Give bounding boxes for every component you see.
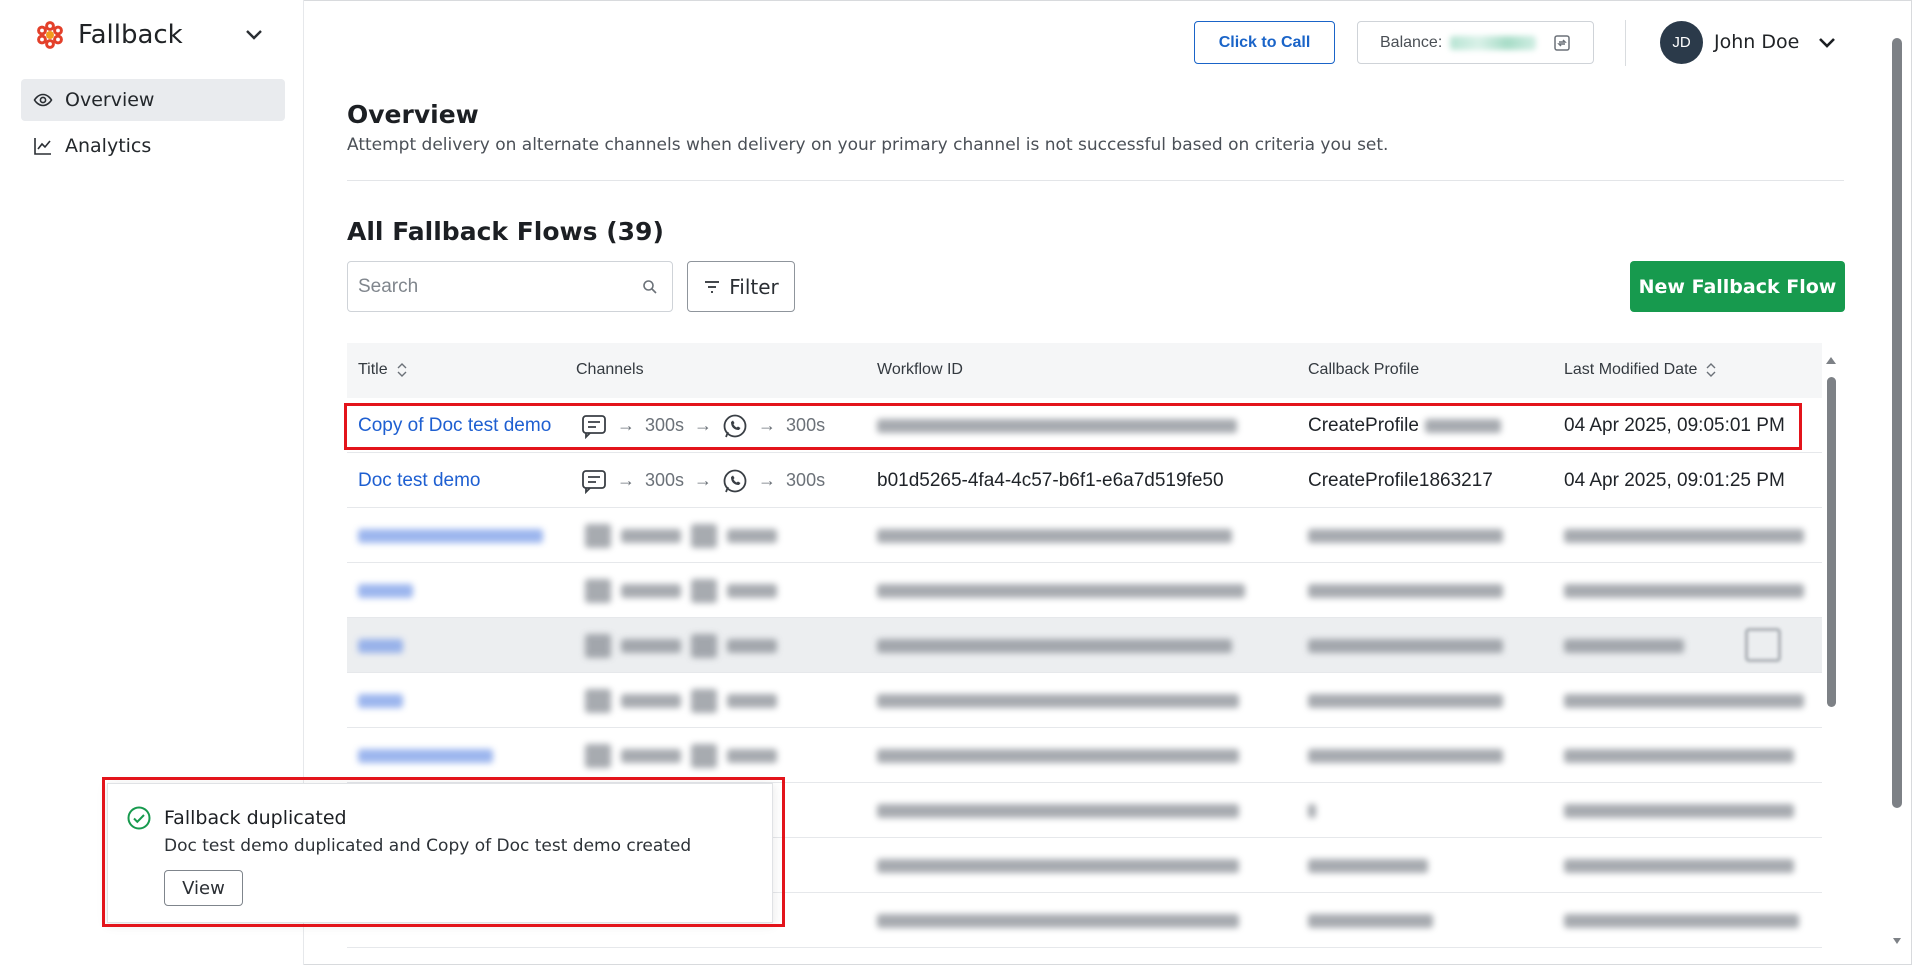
whatsapp-icon	[723, 469, 747, 492]
table-row-redacted[interactable]	[347, 508, 1822, 563]
flow-title-link[interactable]: Doc test demo	[358, 453, 481, 508]
page-scroll-thumb[interactable]	[1892, 38, 1902, 808]
section-title: All Fallback Flows (39)	[347, 217, 664, 246]
user-name[interactable]: John Doe	[1714, 31, 1799, 53]
row-action-icon[interactable]	[1745, 628, 1781, 662]
topbar-divider	[1625, 20, 1626, 66]
column-label: Title	[358, 361, 388, 378]
table-scrollbar[interactable]	[1824, 355, 1838, 950]
chevron-down-icon[interactable]	[1815, 30, 1839, 54]
column-header-title[interactable]: Title	[358, 361, 408, 379]
highlight-toast	[102, 777, 785, 927]
line-chart-icon	[34, 138, 51, 155]
filter-button[interactable]: Filter	[687, 261, 795, 312]
table-row[interactable]: Doc test demo → 300s → → 300s b01d5265-4…	[347, 453, 1822, 508]
column-label: Workflow ID	[877, 361, 963, 378]
sidebar-item-label: Overview	[65, 89, 155, 111]
channel-sequence: → 300s → → 300s	[581, 453, 825, 508]
click-to-call-button[interactable]: Click to Call	[1194, 21, 1335, 64]
scroll-up-icon[interactable]	[1825, 355, 1837, 365]
avatar[interactable]: JD	[1660, 21, 1703, 64]
sms-icon	[582, 469, 606, 494]
workflow-id: b01d5265-4fa4-4c57-b6f1-e6a7d519fe50	[877, 469, 1224, 491]
column-label: Channels	[576, 361, 644, 378]
fallback-logo-icon	[37, 21, 63, 49]
sidebar-item-label: Analytics	[65, 135, 152, 157]
delay-label: 300s	[645, 470, 685, 490]
column-header-last-modified[interactable]: Last Modified Date	[1564, 361, 1717, 379]
filter-label: Filter	[729, 274, 779, 299]
table-row-redacted[interactable]	[347, 618, 1822, 673]
page-scrollbar[interactable]	[1890, 32, 1904, 950]
balance-value-redacted	[1450, 35, 1537, 50]
page-description: Attempt delivery on alternate channels w…	[347, 135, 1389, 155]
column-label: Callback Profile	[1308, 361, 1420, 378]
brand[interactable]: Fallback	[34, 18, 183, 52]
table-row-redacted[interactable]	[347, 728, 1822, 783]
column-header-callback-profile: Callback Profile	[1308, 361, 1419, 379]
search-box[interactable]	[347, 261, 673, 312]
highlight-duplicated-row	[344, 403, 1802, 450]
delay-label: 300s	[786, 470, 826, 490]
app-name: Fallback	[78, 20, 183, 50]
divider	[347, 180, 1844, 181]
chevron-down-icon[interactable]	[242, 22, 266, 46]
refresh-icon[interactable]	[1553, 34, 1571, 52]
table-row-redacted[interactable]	[347, 673, 1822, 728]
last-modified-date: 04 Apr 2025, 09:01:25 PM	[1564, 469, 1785, 491]
new-fallback-flow-button[interactable]: New Fallback Flow	[1630, 261, 1845, 312]
search-input[interactable]	[348, 262, 618, 311]
table-scroll-thumb[interactable]	[1827, 377, 1836, 707]
sort-icon[interactable]	[1705, 362, 1717, 378]
column-header-workflow-id: Workflow ID	[877, 361, 963, 379]
column-label: Last Modified Date	[1564, 361, 1698, 378]
search-icon	[643, 280, 657, 294]
balance-widget[interactable]: Balance:	[1357, 21, 1594, 64]
table-header: Title Channels Workflow ID Callback Prof…	[347, 343, 1822, 398]
arrow-icon: →	[694, 470, 713, 490]
sidebar-item-analytics[interactable]: Analytics	[21, 125, 285, 167]
sidebar-item-overview[interactable]: Overview	[21, 79, 285, 121]
table-row-redacted[interactable]	[347, 563, 1822, 618]
sort-icon[interactable]	[396, 362, 408, 378]
page-title: Overview	[347, 100, 479, 129]
filter-icon	[705, 280, 720, 293]
eye-icon	[33, 93, 53, 107]
callback-profile: CreateProfile1863217	[1308, 469, 1493, 491]
balance-label: Balance:	[1380, 33, 1443, 51]
arrow-icon: →	[617, 470, 635, 490]
arrow-icon: →	[758, 470, 777, 490]
column-header-channels: Channels	[576, 361, 644, 379]
scroll-down-icon[interactable]	[1892, 936, 1902, 946]
